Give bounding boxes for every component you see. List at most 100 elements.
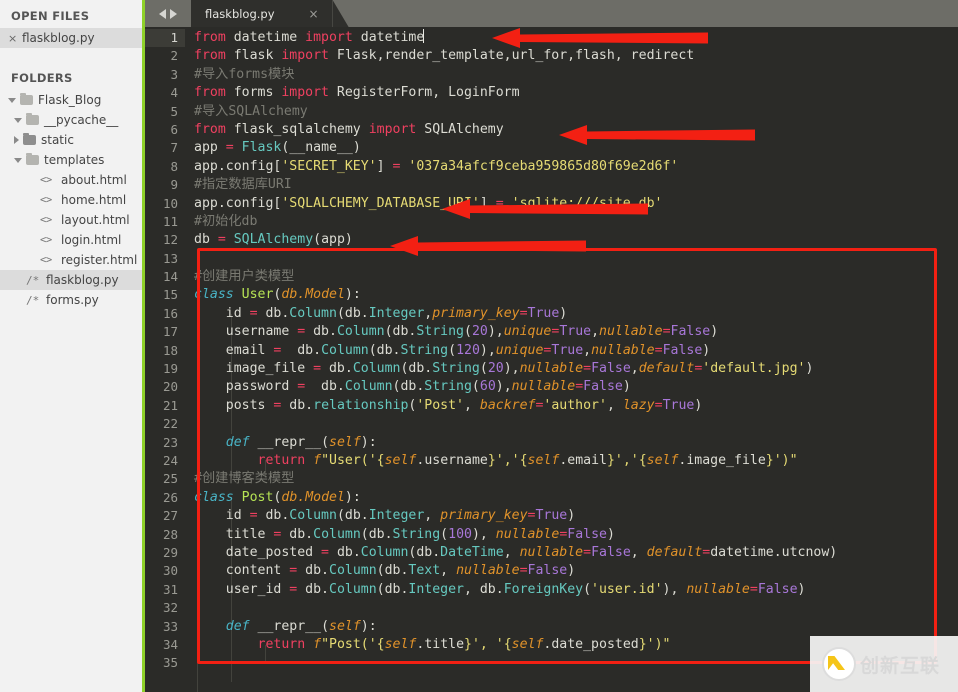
code-token: )	[567, 563, 576, 579]
code-area[interactable]: 1 2 3 4 5 6 7 8 9 10 11 12 13 14 15 16 1…	[145, 27, 958, 692]
code-line[interactable]: username = db.Column(db.String(20),uniqu…	[194, 323, 958, 341]
code-token: #导入forms模块	[194, 66, 295, 82]
code-line[interactable]: app.config['SQLALCHEMY_DATABASE_URI'] = …	[194, 195, 958, 213]
code-token: nullable	[511, 379, 576, 395]
chevron-down-icon[interactable]	[8, 97, 16, 103]
sidebar-item-pycache[interactable]: __pycache__	[0, 110, 145, 130]
code-line[interactable]: #初始化db	[194, 213, 958, 231]
code-line[interactable]: id = db.Column(db.Integer,primary_key=Tr…	[194, 305, 958, 323]
code-line[interactable]: title = db.Column(db.String(100), nullab…	[194, 526, 958, 544]
code-line[interactable]: from datetime import datetime	[194, 29, 958, 47]
code-line[interactable]: date_posted = db.Column(db.DateTime, nul…	[194, 544, 958, 562]
code-token: )	[702, 342, 711, 358]
code-line[interactable]: def __repr__(self):	[194, 434, 958, 452]
line-number: 32	[162, 600, 178, 616]
sidebar-item-templates[interactable]: templates	[0, 150, 145, 170]
sidebar-item-home-html[interactable]: <> home.html	[0, 190, 145, 210]
code-token: db	[194, 232, 218, 248]
code-token: '037a34afcf9ceba959865d80f69e2d6f'	[408, 158, 679, 174]
code-token: True	[662, 397, 695, 413]
sidebar-item-layout-html[interactable]: <> layout.html	[0, 210, 145, 230]
sidebar-item-flask-blog[interactable]: Flask_Blog	[0, 90, 145, 110]
code-line[interactable]: class Post(db.Model):	[194, 489, 958, 507]
code-token: Flask,render_template,url_for,flash, red…	[328, 48, 695, 64]
tab-flaskblog-py[interactable]: flaskblog.py ×	[191, 0, 333, 27]
code-token: )	[710, 324, 719, 340]
code-line[interactable]: def __repr__(self):	[194, 618, 958, 636]
line-number: 28	[162, 526, 178, 542]
sidebar-item-register-html[interactable]: <> register.html	[0, 250, 145, 270]
code-line[interactable]: #创建用户类模型	[194, 268, 958, 286]
code-token: ,	[630, 544, 647, 560]
code-line[interactable]	[194, 250, 958, 268]
code-token: 'sqlite:///site.db'	[511, 195, 663, 211]
code-line[interactable]	[194, 415, 958, 433]
sidebar-item-login-html[interactable]: <> login.html	[0, 230, 145, 250]
line-number: 26	[162, 489, 178, 505]
watermark-text: 创新互联	[860, 654, 941, 677]
code-token: unique	[495, 342, 544, 358]
tab-nav-arrows[interactable]	[145, 0, 191, 27]
code-token: def	[225, 618, 250, 634]
code-line[interactable]: content = db.Column(db.Text, nullable=Fa…	[194, 562, 958, 580]
code-token: password	[194, 379, 298, 395]
code-token: 100	[448, 526, 472, 542]
chevron-down-icon[interactable]	[14, 157, 22, 163]
code-line[interactable]: from flask_sqlalchemy import SQLAlchemy	[194, 121, 958, 139]
code-token: primary_key	[432, 305, 520, 321]
code-line[interactable]: app = Flask(__name__)	[194, 139, 958, 157]
code-line[interactable]: posts = db.relationship('Post', backref=…	[194, 397, 958, 415]
code-line[interactable]: id = db.Column(db.Integer, primary_key=T…	[194, 507, 958, 525]
code-token: nullable	[591, 342, 655, 358]
code-token: ):	[360, 618, 377, 634]
code-token: app.config[	[194, 158, 282, 174]
nav-forward-arrow-icon[interactable]	[170, 8, 177, 19]
code-token: )	[797, 581, 806, 597]
code-token: self	[646, 452, 679, 468]
code-line[interactable]: from forms import RegisterForm, LoginFor…	[194, 84, 958, 102]
line-number: 19	[162, 361, 178, 377]
watermark: 创新互联	[810, 636, 958, 692]
code-line[interactable]: email = db.Column(db.String(120),unique=…	[194, 342, 958, 360]
chevron-right-icon[interactable]	[14, 136, 19, 144]
code-token: backref	[479, 397, 536, 413]
sidebar-item-flaskblog-py[interactable]: /* flaskblog.py	[0, 270, 145, 290]
code-token: SQLAlchemy	[233, 232, 314, 248]
sublime-text-window: OPEN FILES × flaskblog.py FOLDERS Flask_…	[0, 0, 958, 692]
code-lines[interactable]: from datetime import datetime from flask …	[185, 27, 958, 692]
sidebar-item-about-html[interactable]: <> about.html	[0, 170, 145, 190]
code-line[interactable]: db = SQLAlchemy(app)	[194, 231, 958, 249]
sidebar-item-static[interactable]: static	[0, 130, 145, 150]
code-line[interactable]: image_file = db.Column(db.String(20),nul…	[194, 360, 958, 378]
close-icon[interactable]: ×	[8, 32, 17, 45]
close-icon[interactable]: ×	[309, 7, 319, 21]
code-line[interactable]: password = db.Column(db.String(60),nulla…	[194, 378, 958, 396]
sidebar-item-forms-py[interactable]: /* forms.py	[0, 290, 145, 310]
code-line[interactable]: return f"User('{self.username}','{self.e…	[194, 452, 958, 470]
code-token: id	[194, 508, 250, 524]
code-token: (	[321, 618, 330, 634]
code-line[interactable]	[194, 599, 958, 617]
code-line[interactable]: #导入SQLAlchemy	[194, 103, 958, 121]
code-line[interactable]: #指定数据库URI	[194, 176, 958, 194]
code-line[interactable]: class User(db.Model):	[194, 286, 958, 304]
nav-back-arrow-icon[interactable]	[159, 8, 166, 19]
code-token: Column	[329, 563, 377, 579]
code-line[interactable]: #导入forms模块	[194, 66, 958, 84]
code-token: False	[567, 526, 607, 542]
code-token: db.	[257, 305, 290, 321]
code-token: )	[559, 305, 568, 321]
code-line[interactable]: user_id = db.Column(db.Integer, db.Forei…	[194, 581, 958, 599]
code-line[interactable]: #创建博客类模型	[194, 470, 958, 488]
code-token: ),	[487, 324, 504, 340]
code-token: SQLAlchemy	[416, 121, 504, 137]
code-token: }','{	[487, 452, 528, 468]
code-line[interactable]: app.config['SECRET_KEY'] = '037a34afcf9c…	[194, 158, 958, 176]
open-file-item-flaskblog[interactable]: × flaskblog.py	[0, 28, 145, 48]
code-token: f	[313, 452, 322, 468]
chevron-down-icon[interactable]	[14, 117, 22, 123]
code-token: datetime	[225, 30, 306, 45]
code-line[interactable]: from flask import Flask,render_template,…	[194, 47, 958, 65]
